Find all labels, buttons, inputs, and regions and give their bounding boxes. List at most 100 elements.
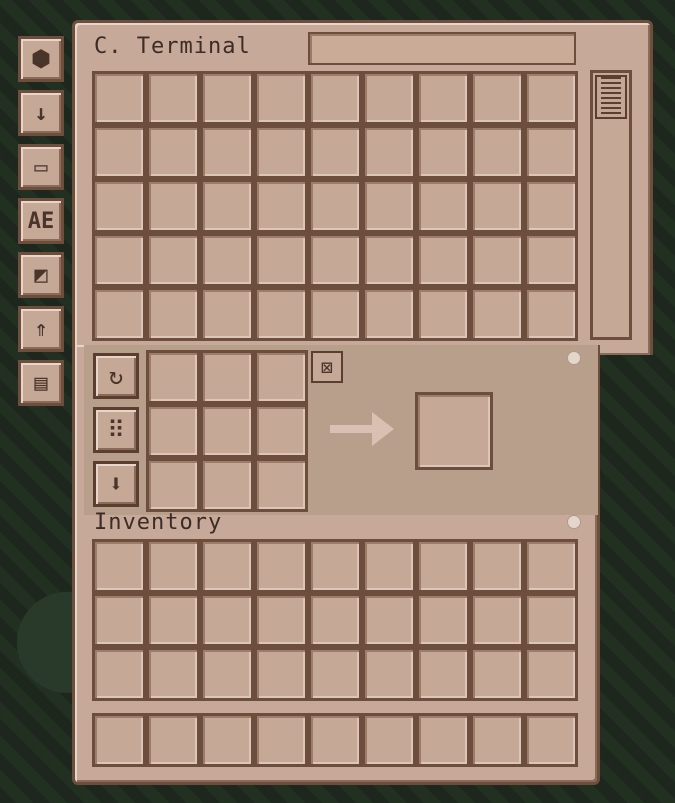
terminal-style-button[interactable]: ◩ bbox=[18, 252, 64, 298]
inventory-slot[interactable] bbox=[416, 647, 470, 701]
network-slot[interactable] bbox=[524, 287, 578, 341]
rotate-recipe-button[interactable]: ↻ bbox=[93, 353, 139, 399]
inventory-slot[interactable] bbox=[146, 647, 200, 701]
hotbar-slot[interactable] bbox=[254, 713, 308, 767]
network-slot[interactable] bbox=[416, 71, 470, 125]
sort-direction-button[interactable]: ↓ bbox=[18, 90, 64, 136]
inventory-slot[interactable] bbox=[524, 539, 578, 593]
network-slot[interactable] bbox=[146, 71, 200, 125]
crafting-result-slot[interactable] bbox=[415, 392, 493, 470]
network-slot[interactable] bbox=[524, 71, 578, 125]
inventory-slot[interactable] bbox=[362, 647, 416, 701]
network-slot[interactable] bbox=[254, 179, 308, 233]
network-slot[interactable] bbox=[416, 233, 470, 287]
move-down-button[interactable]: ⬇ bbox=[93, 461, 139, 507]
network-slot[interactable] bbox=[92, 287, 146, 341]
hotbar-slot[interactable] bbox=[416, 713, 470, 767]
network-slot[interactable] bbox=[200, 287, 254, 341]
inventory-slot[interactable] bbox=[308, 539, 362, 593]
hotbar-slot[interactable] bbox=[146, 713, 200, 767]
network-slot[interactable] bbox=[200, 179, 254, 233]
inventory-slot[interactable] bbox=[92, 593, 146, 647]
crafting-slot[interactable] bbox=[254, 458, 308, 512]
network-slot[interactable] bbox=[92, 233, 146, 287]
network-slot[interactable] bbox=[308, 179, 362, 233]
crafting-slot[interactable] bbox=[200, 350, 254, 404]
network-slot[interactable] bbox=[146, 287, 200, 341]
inventory-slot[interactable] bbox=[254, 539, 308, 593]
inventory-slot[interactable] bbox=[524, 593, 578, 647]
crafting-slot[interactable] bbox=[254, 350, 308, 404]
inventory-slot[interactable] bbox=[308, 593, 362, 647]
crafting-slot[interactable] bbox=[146, 404, 200, 458]
network-slot[interactable] bbox=[362, 179, 416, 233]
search-input[interactable] bbox=[308, 32, 576, 65]
hotbar-slot[interactable] bbox=[362, 713, 416, 767]
inventory-slot[interactable] bbox=[92, 647, 146, 701]
network-slot[interactable] bbox=[308, 125, 362, 179]
inventory-slot[interactable] bbox=[362, 593, 416, 647]
network-slot[interactable] bbox=[200, 233, 254, 287]
hotbar-slot[interactable] bbox=[470, 713, 524, 767]
network-slot[interactable] bbox=[470, 287, 524, 341]
network-slot[interactable] bbox=[92, 125, 146, 179]
inventory-slot[interactable] bbox=[308, 647, 362, 701]
network-slot[interactable] bbox=[254, 233, 308, 287]
craft-panel-button[interactable]: ▤ bbox=[18, 360, 64, 406]
network-slot[interactable] bbox=[308, 71, 362, 125]
pattern-upload-button[interactable]: ⇑ bbox=[18, 306, 64, 352]
scrollbar[interactable] bbox=[590, 70, 632, 340]
search-mode-button[interactable]: AE bbox=[18, 198, 64, 244]
crafting-slot[interactable] bbox=[254, 404, 308, 458]
hotbar-slot[interactable] bbox=[92, 713, 146, 767]
hotbar-slot[interactable] bbox=[524, 713, 578, 767]
network-slot[interactable] bbox=[470, 125, 524, 179]
network-slot[interactable] bbox=[362, 233, 416, 287]
scrollbar-thumb[interactable] bbox=[595, 75, 627, 119]
inventory-slot[interactable] bbox=[470, 539, 524, 593]
network-slot[interactable] bbox=[362, 287, 416, 341]
inventory-slot[interactable] bbox=[416, 593, 470, 647]
network-slot[interactable] bbox=[200, 71, 254, 125]
network-slot[interactable] bbox=[254, 125, 308, 179]
view-mode-button[interactable]: ▭ bbox=[18, 144, 64, 190]
network-slot[interactable] bbox=[362, 125, 416, 179]
inventory-slot[interactable] bbox=[200, 647, 254, 701]
network-slot[interactable] bbox=[524, 233, 578, 287]
network-slot[interactable] bbox=[416, 179, 470, 233]
inventory-slot[interactable] bbox=[200, 593, 254, 647]
crafting-slot[interactable] bbox=[146, 350, 200, 404]
network-slot[interactable] bbox=[524, 125, 578, 179]
network-slot[interactable] bbox=[146, 179, 200, 233]
hotbar-slot[interactable] bbox=[200, 713, 254, 767]
network-slot[interactable] bbox=[470, 71, 524, 125]
hotbar-slot[interactable] bbox=[308, 713, 362, 767]
network-slot[interactable] bbox=[92, 179, 146, 233]
inventory-slot[interactable] bbox=[200, 539, 254, 593]
crafting-slot[interactable] bbox=[200, 458, 254, 512]
network-slot[interactable] bbox=[254, 71, 308, 125]
inventory-slot[interactable] bbox=[470, 647, 524, 701]
network-slot[interactable] bbox=[470, 233, 524, 287]
inventory-slot[interactable] bbox=[146, 593, 200, 647]
network-slot[interactable] bbox=[200, 125, 254, 179]
network-slot[interactable] bbox=[308, 233, 362, 287]
inventory-slot[interactable] bbox=[362, 539, 416, 593]
inventory-slot[interactable] bbox=[254, 647, 308, 701]
network-slot[interactable] bbox=[146, 233, 200, 287]
inventory-slot[interactable] bbox=[524, 647, 578, 701]
network-slot[interactable] bbox=[308, 287, 362, 341]
network-slot[interactable] bbox=[92, 71, 146, 125]
network-slot[interactable] bbox=[362, 71, 416, 125]
sort-by-button[interactable]: ⬢ bbox=[18, 36, 64, 82]
crafting-slot[interactable] bbox=[146, 458, 200, 512]
inventory-slot[interactable] bbox=[92, 539, 146, 593]
inventory-slot[interactable] bbox=[146, 539, 200, 593]
network-slot[interactable] bbox=[146, 125, 200, 179]
inventory-slot[interactable] bbox=[470, 593, 524, 647]
network-slot[interactable] bbox=[416, 125, 470, 179]
grid-toggle-button[interactable]: ⠿ bbox=[93, 407, 139, 453]
crafting-slot[interactable] bbox=[200, 404, 254, 458]
network-slot[interactable] bbox=[470, 179, 524, 233]
clear-grid-button[interactable]: ⊠ bbox=[311, 351, 343, 383]
